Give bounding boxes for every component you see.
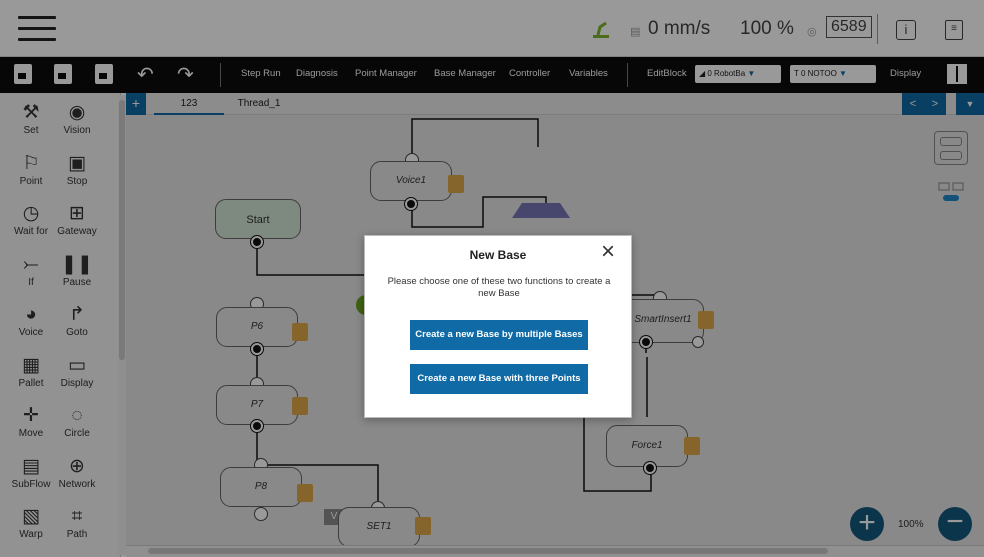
dialog-message: Please choose one of these two functions… [387, 276, 611, 299]
dialog-title: New Base [469, 248, 527, 262]
create-base-with-three-points-button[interactable]: Create a new Base with three Points [410, 364, 588, 394]
close-icon[interactable]: × [597, 240, 619, 264]
create-base-by-multiple-bases-button[interactable]: Create a new Base by multiple Bases [410, 320, 588, 350]
new-base-dialog: New Base × Please choose one of these tw… [364, 235, 632, 418]
